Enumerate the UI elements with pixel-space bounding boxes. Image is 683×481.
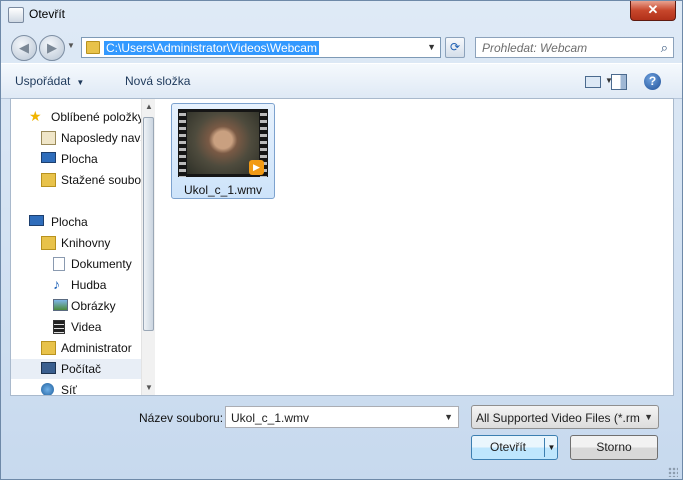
sidebar-item-label: Plocha bbox=[61, 152, 98, 166]
cancel-button[interactable]: Storno bbox=[570, 435, 658, 460]
filename-value[interactable]: Ukol_c_1.wmv bbox=[231, 411, 309, 425]
chevron-down-icon[interactable]: ▼ bbox=[644, 412, 653, 422]
search-icon[interactable]: ⌕ bbox=[661, 40, 668, 56]
music-icon: ♪ bbox=[53, 276, 60, 292]
resize-grip-icon[interactable] bbox=[668, 467, 678, 477]
chevron-down-icon: ▼ bbox=[76, 78, 85, 87]
close-button[interactable]: ✕ bbox=[630, 1, 676, 21]
user-folder-icon bbox=[41, 341, 56, 355]
sidebar-item-label: Hudba bbox=[71, 278, 107, 292]
sidebar-item-music[interactable]: ♪ Hudba bbox=[11, 275, 141, 295]
desktop-icon bbox=[41, 152, 56, 163]
sidebar-item-label: Videa bbox=[71, 320, 102, 334]
sidebar-item-pictures[interactable]: Obrázky bbox=[11, 296, 141, 316]
search-box[interactable]: Prohledat: Webcam ⌕ bbox=[475, 37, 674, 58]
address-bar[interactable]: C:\Users\Administrator\Videos\Webcam ▼ bbox=[81, 37, 441, 58]
help-icon[interactable]: ? bbox=[644, 73, 661, 90]
recent-locations-chevron-icon[interactable]: ▼ bbox=[67, 41, 75, 50]
file-list: ▶ Ukol_c_1.wmv bbox=[157, 99, 673, 395]
scroll-down-icon[interactable]: ▼ bbox=[145, 383, 153, 392]
scroll-up-icon[interactable]: ▲ bbox=[145, 102, 153, 111]
open-button-label[interactable]: Otevřít bbox=[472, 436, 544, 459]
navigation-scrollbar[interactable]: ▲ ▼ bbox=[141, 99, 155, 395]
split-divider bbox=[544, 438, 545, 457]
sidebar-item-network[interactable]: Síť bbox=[11, 380, 141, 395]
sidebar-item-computer[interactable]: Počítač bbox=[11, 359, 141, 379]
sidebar-item-desktop-root[interactable]: Plocha bbox=[11, 212, 141, 232]
file-item[interactable]: ▶ Ukol_c_1.wmv bbox=[171, 103, 275, 199]
pictures-icon bbox=[53, 299, 68, 311]
sidebar-item-label: Síť bbox=[61, 383, 77, 395]
sidebar-item-videos[interactable]: Videa bbox=[11, 317, 141, 337]
sidebar-item-recent-places[interactable]: Naposledy navštívené bbox=[11, 128, 141, 148]
change-view-icon[interactable] bbox=[585, 76, 601, 88]
filename-field[interactable]: Ukol_c_1.wmv ▼ bbox=[225, 406, 459, 428]
file-type-select[interactable]: All Supported Video Files (*.rm; ▼ bbox=[471, 405, 659, 429]
dialog-footer: Název souboru: Ukol_c_1.wmv ▼ All Suppor… bbox=[1, 397, 682, 481]
open-file-dialog: Otevřít ✕ ◀ ▶ ▼ C:\Users\Administrator\V… bbox=[0, 0, 683, 480]
sidebar-item-administrator[interactable]: Administrator bbox=[11, 338, 141, 358]
back-button[interactable]: ◀ bbox=[11, 35, 37, 61]
downloads-icon bbox=[41, 173, 56, 187]
star-icon: ★ bbox=[29, 108, 42, 124]
sidebar-item-label: Počítač bbox=[61, 362, 102, 376]
folder-icon bbox=[86, 41, 100, 54]
sidebar-item-documents[interactable]: Dokumenty bbox=[11, 254, 141, 274]
search-input[interactable]: Prohledat: Webcam bbox=[482, 41, 587, 55]
content-area: ★ Oblíbené položky Naposledy navštívené … bbox=[10, 98, 674, 396]
open-button[interactable]: Otevřít ▼ bbox=[471, 435, 558, 460]
organize-label: Uspořádat bbox=[15, 74, 71, 88]
sidebar-item-desktop[interactable]: Plocha bbox=[11, 149, 141, 169]
sidebar-item-label: Knihovny bbox=[61, 236, 111, 250]
sidebar-item-label: Stažené soubory bbox=[61, 173, 141, 187]
desktop-icon bbox=[29, 215, 44, 226]
command-bar: Uspořádat ▼ Nová složka ▼ ? bbox=[1, 63, 682, 99]
play-icon: ▶ bbox=[249, 160, 264, 175]
forward-button[interactable]: ▶ bbox=[39, 35, 65, 61]
new-folder-button[interactable]: Nová složka bbox=[125, 74, 190, 88]
sidebar-item-label: Naposledy navštívené bbox=[61, 131, 141, 145]
videos-icon bbox=[53, 320, 65, 334]
preview-pane-icon[interactable] bbox=[611, 74, 627, 90]
film-strip-left bbox=[179, 109, 186, 177]
window-title: Otevřít bbox=[29, 7, 66, 21]
filename-dropdown-icon[interactable]: ▼ bbox=[444, 412, 453, 422]
network-icon bbox=[41, 383, 54, 395]
documents-icon bbox=[53, 257, 65, 271]
organize-button[interactable]: Uspořádat ▼ bbox=[15, 74, 84, 88]
sidebar-item-favorites[interactable]: ★ Oblíbené položky bbox=[11, 107, 141, 127]
sidebar-item-libraries[interactable]: Knihovny bbox=[11, 233, 141, 253]
recent-places-icon bbox=[41, 131, 56, 145]
libraries-icon bbox=[41, 236, 56, 250]
scrollbar-thumb[interactable] bbox=[143, 117, 154, 331]
file-type-value: All Supported Video Files (*.rm; bbox=[476, 411, 640, 425]
sidebar-item-label: Plocha bbox=[51, 215, 88, 229]
file-name: Ukol_c_1.wmv bbox=[183, 183, 263, 197]
sidebar-item-label: Oblíbené položky bbox=[51, 110, 141, 124]
dialog-icon bbox=[8, 7, 24, 23]
sidebar-item-label: Dokumenty bbox=[71, 257, 132, 271]
navigation-bar: ◀ ▶ ▼ C:\Users\Administrator\Videos\Webc… bbox=[1, 31, 682, 63]
address-dropdown-icon[interactable]: ▼ bbox=[427, 42, 436, 52]
sidebar-item-label: Obrázky bbox=[71, 299, 116, 313]
title-bar: Otevřít ✕ bbox=[1, 1, 682, 31]
refresh-button[interactable]: ⟳ bbox=[445, 37, 465, 58]
address-path[interactable]: C:\Users\Administrator\Videos\Webcam bbox=[104, 41, 319, 55]
sidebar-item-label: Administrator bbox=[61, 341, 132, 355]
computer-icon bbox=[41, 362, 56, 374]
open-options-chevron-icon[interactable]: ▼ bbox=[546, 436, 557, 459]
navigation-pane: ★ Oblíbené položky Naposledy navštívené … bbox=[11, 99, 155, 395]
video-thumbnail-icon: ▶ bbox=[178, 109, 268, 177]
filename-label: Název souboru: bbox=[139, 411, 224, 425]
sidebar-item-downloads[interactable]: Stažené soubory bbox=[11, 170, 141, 190]
